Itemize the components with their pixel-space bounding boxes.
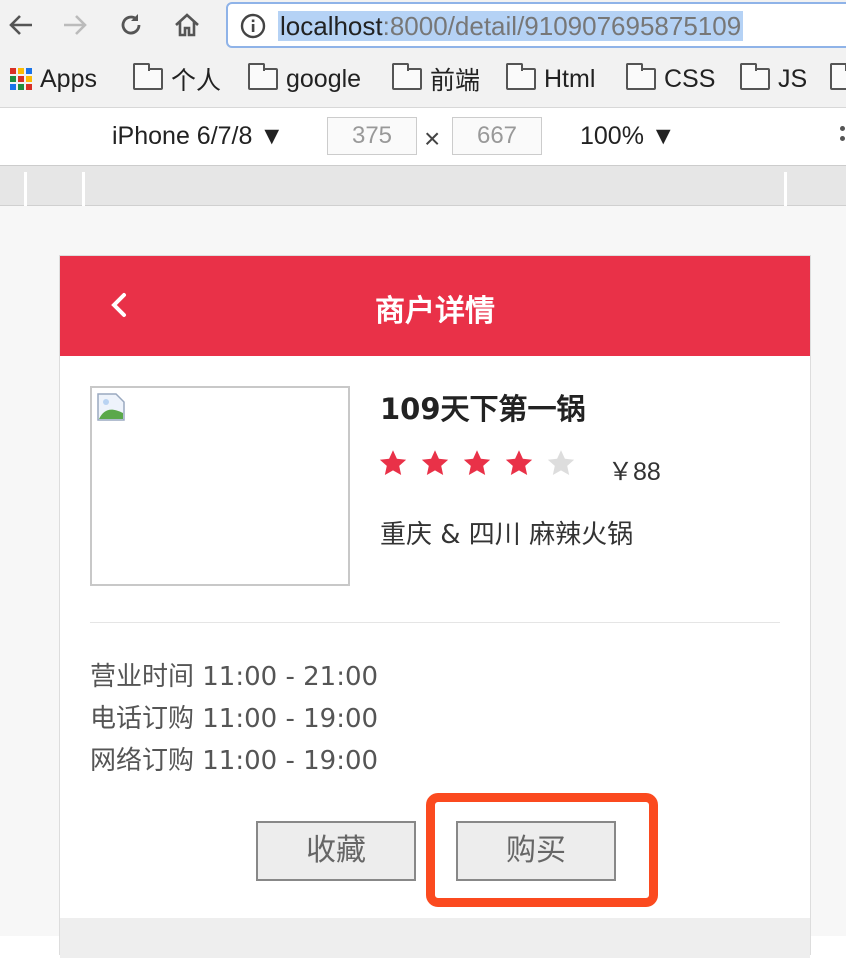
bookmarks-bar: Apps 个人 google 前端 Html CSS JS xyxy=(0,52,846,108)
annotation-highlight-box xyxy=(426,793,658,907)
bookmark-label: 个人 xyxy=(171,67,222,95)
folder-icon xyxy=(392,63,422,90)
star-filled-icon xyxy=(505,450,533,476)
business-hours: 营业时间 11:00 - 21:00 电话订购 11:00 - 19:00 网络… xyxy=(90,656,378,782)
bookmark-label: 前端 xyxy=(430,67,481,95)
divider xyxy=(90,622,780,623)
more-options-icon[interactable] xyxy=(840,126,846,146)
bookmark-folder-html[interactable]: Html xyxy=(506,63,596,94)
bookmark-folder-more[interactable] xyxy=(830,63,846,94)
bookmark-folder-css[interactable]: CSS xyxy=(626,63,716,94)
folder-icon xyxy=(830,63,846,90)
media-query-ruler xyxy=(0,166,846,206)
device-toolbar: iPhone 6/7/8 ▼ 375 × 667 100% ▼ xyxy=(0,108,846,166)
reload-icon[interactable] xyxy=(114,8,148,42)
hours-line-online-order: 网络订购 11:00 - 19:00 xyxy=(90,746,379,776)
bookmark-label: Apps xyxy=(40,64,97,93)
shop-image xyxy=(90,386,350,586)
url-text[interactable]: localhost:8000/detail/910907695875109 xyxy=(278,11,744,41)
folder-icon xyxy=(506,63,536,90)
browser-toolbar: localhost:8000/detail/910907695875109 xyxy=(0,0,846,52)
bookmark-label: JS xyxy=(778,64,808,93)
star-filled-icon xyxy=(421,450,449,476)
bookmark-label: Html xyxy=(544,64,596,93)
zoom-select[interactable]: 100% ▼ xyxy=(580,122,676,151)
star-filled-icon xyxy=(379,450,407,476)
url-host: localhost xyxy=(280,11,383,41)
shop-name: 109天下第一锅 xyxy=(380,392,586,426)
back-arrow-icon[interactable] xyxy=(4,8,38,42)
collect-button[interactable]: 收藏 xyxy=(256,821,416,881)
bookmark-apps[interactable]: Apps xyxy=(10,64,97,94)
url-path: :8000/detail/910907695875109 xyxy=(382,11,742,41)
page-title: 商户详情 xyxy=(375,294,495,329)
page-footer xyxy=(60,918,810,958)
star-empty-icon xyxy=(547,450,575,476)
hours-line-phone-order: 电话订购 11:00 - 19:00 xyxy=(90,704,379,734)
bookmark-label: CSS xyxy=(664,64,716,93)
dimension-separator: × xyxy=(424,123,441,154)
folder-icon xyxy=(248,63,278,90)
address-bar[interactable]: localhost:8000/detail/910907695875109 xyxy=(226,2,846,48)
bookmark-folder-google[interactable]: google xyxy=(248,63,362,94)
shop-price: ￥88 xyxy=(608,458,661,486)
folder-icon xyxy=(626,63,656,90)
viewport-width-input[interactable]: 375 xyxy=(327,117,417,155)
bookmark-folder-js[interactable]: JS xyxy=(740,63,808,94)
device-select[interactable]: iPhone 6/7/8 ▼ xyxy=(112,122,284,151)
broken-image-icon xyxy=(97,393,125,421)
shop-cuisine: 重庆 & 四川 麻辣火锅 xyxy=(380,520,634,550)
hours-line-business: 营业时间 11:00 - 21:00 xyxy=(90,662,379,692)
forward-arrow-icon[interactable] xyxy=(58,8,92,42)
info-icon[interactable] xyxy=(240,13,266,39)
star-filled-icon xyxy=(463,450,491,476)
apps-grid-icon xyxy=(10,68,32,90)
bookmark-folder-personal[interactable]: 个人 xyxy=(133,63,222,95)
bookmark-folder-frontend[interactable]: 前端 xyxy=(392,63,481,95)
viewport-height-input[interactable]: 667 xyxy=(452,117,542,155)
home-icon[interactable] xyxy=(170,8,204,42)
page-header: 商户详情 xyxy=(60,256,810,356)
rating-stars xyxy=(378,449,576,477)
folder-icon xyxy=(133,63,163,90)
bookmark-label: google xyxy=(286,64,362,93)
folder-icon xyxy=(740,63,770,90)
